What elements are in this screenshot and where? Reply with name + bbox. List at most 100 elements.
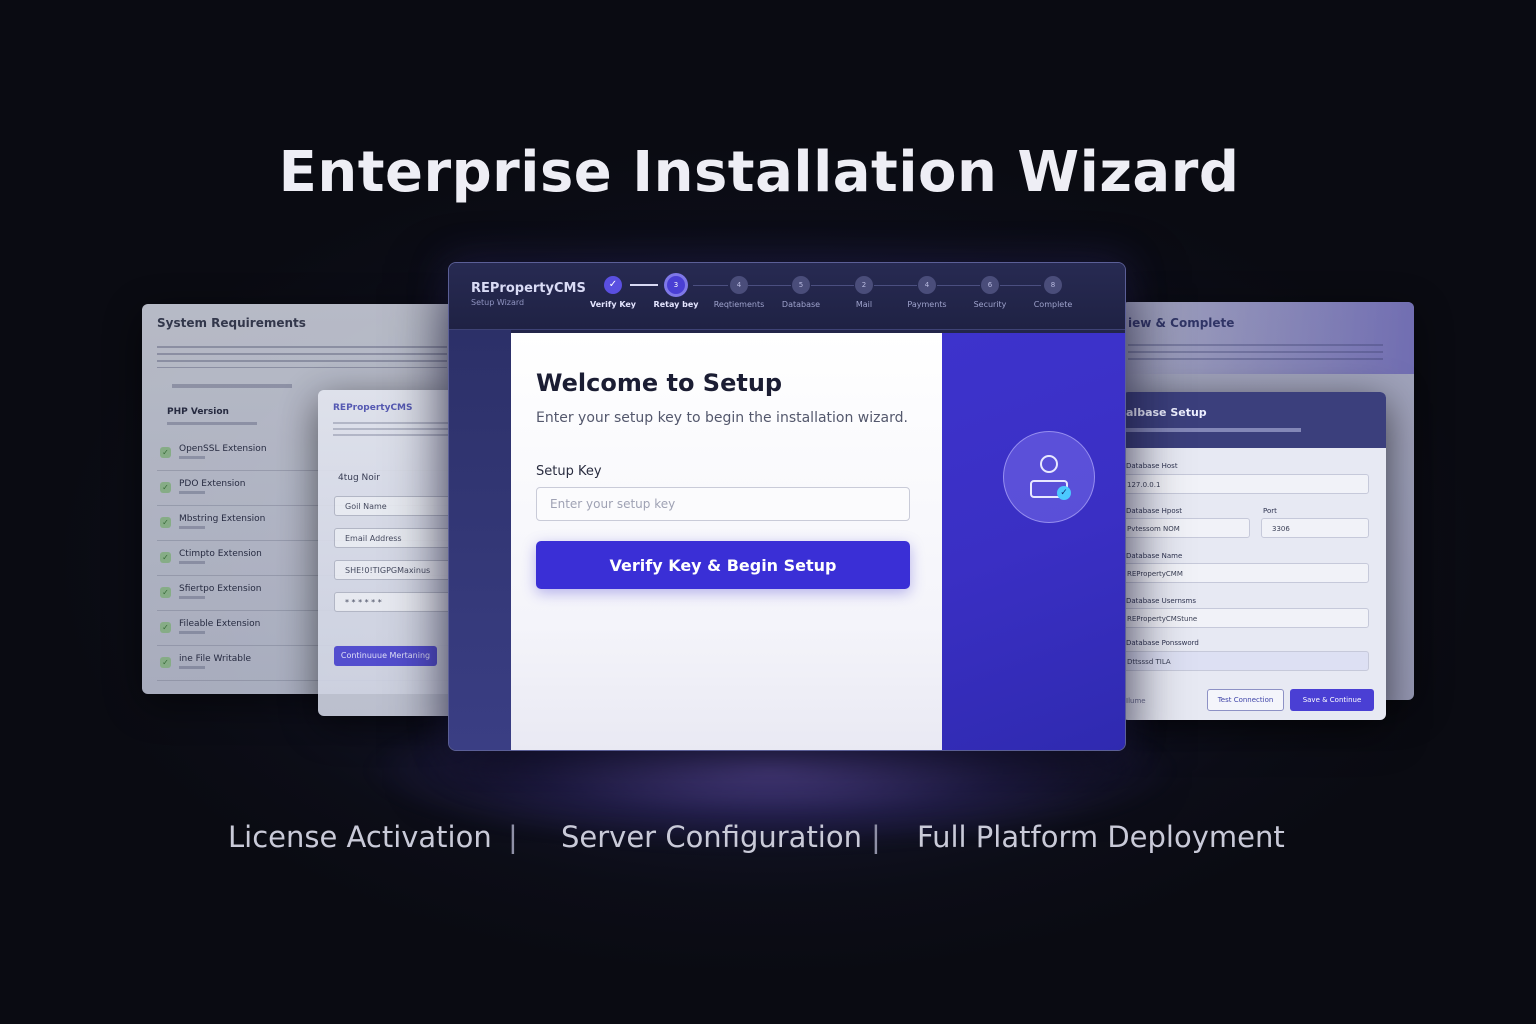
requirement-status	[179, 561, 205, 564]
step-label: Database	[781, 300, 821, 309]
requirement-name: ine File Writable	[179, 654, 252, 664]
step-database[interactable]: 5 Database	[766, 276, 836, 309]
feature-separator: |	[508, 820, 518, 854]
step-requirements[interactable]: 4 Reqtiements	[704, 276, 774, 309]
feature-separator: |	[871, 820, 881, 854]
verify-key-button[interactable]: Verify Key & Begin Setup	[536, 541, 910, 589]
requirement-name: OpenSSL Extension	[179, 444, 267, 454]
panel-brand: REPropertyCMS	[333, 403, 413, 413]
page-title: Welcome to Setup	[536, 369, 783, 397]
db-host-label: Database Host	[1126, 462, 1178, 470]
wizard-topbar: REPropertyCMS Setup Wizard ✓ Verify Key …	[449, 263, 1125, 330]
password-field[interactable]: * * * * * *	[334, 592, 458, 612]
db-host-input[interactable]: 127.0.0.1	[1122, 474, 1369, 494]
step-retay-bey[interactable]: 3 Retay bey	[641, 276, 711, 309]
step-label: Complete	[1033, 300, 1073, 309]
step-number: 2	[855, 276, 873, 294]
requirement-status	[179, 666, 205, 669]
db-password-input[interactable]: Dttsssd TILA	[1122, 651, 1369, 671]
verified-check-icon: ✓	[1057, 486, 1071, 500]
step-number: 5	[792, 276, 810, 294]
db-password-label: Database Ponssword	[1126, 639, 1199, 647]
check-icon: ✓	[160, 657, 171, 668]
setup-key-input[interactable]	[536, 487, 910, 521]
panel-title: iew & Complete	[1128, 316, 1235, 330]
db-username-label: Database Usernsms	[1126, 597, 1197, 605]
app-brand: REPropertyCMS	[471, 281, 586, 296]
db-name-label: Database Name	[1126, 552, 1183, 560]
panel-header	[1122, 302, 1414, 374]
step-mail[interactable]: 2 Mail	[829, 276, 899, 309]
check-icon: ✓	[160, 622, 171, 633]
step-number: 3	[667, 276, 685, 294]
panel-header	[1122, 392, 1386, 448]
requirement-status	[179, 491, 205, 494]
check-icon: ✓	[160, 587, 171, 598]
check-icon: ✓	[160, 447, 171, 458]
check-icon: ✓	[160, 517, 171, 528]
feature-tagline: License Activation | Server Configuratio…	[0, 815, 1536, 865]
step-number: 6	[981, 276, 999, 294]
step-complete[interactable]: 8 Complete	[1018, 276, 1088, 309]
step-number: 8	[1044, 276, 1062, 294]
requirement-name: Sfiertpo Extension	[179, 584, 262, 594]
db-username-input[interactable]: REPropertyCMStune	[1122, 608, 1369, 628]
illustration-pane: ✓	[942, 333, 1125, 750]
step-label: Mail	[855, 300, 873, 309]
admin-account-panel: REPropertyCMS 4tug Noir Goil Name Email …	[318, 390, 458, 716]
setup-wizard-window: REPropertyCMS Setup Wizard ✓ Verify Key …	[448, 262, 1126, 751]
step-number: 4	[918, 276, 936, 294]
db-host2-label: Database Hpost	[1126, 507, 1183, 515]
feature-server-configuration: Server Configuration	[561, 820, 862, 854]
requirement-status	[179, 596, 205, 599]
requirement-name: Mbstring Extension	[179, 514, 266, 524]
panel-title: System Requirements	[157, 316, 306, 330]
step-label: Verify Key	[589, 300, 637, 309]
requirement-name: Ctimpto Extension	[179, 549, 262, 559]
page-subtitle: Enter your setup key to begin the instal…	[536, 410, 908, 426]
feature-platform-deployment: Full Platform Deployment	[917, 820, 1285, 854]
step-label: Retay bey	[653, 300, 699, 309]
panel-description	[1128, 344, 1383, 360]
requirement-status	[179, 456, 205, 459]
panel-label: 4tug Noir	[338, 473, 380, 483]
username-field[interactable]: SHE!0!TIGPGMaxinus	[334, 560, 458, 580]
db-host2-input[interactable]: Pvtessom NOM	[1122, 518, 1250, 538]
requirement-status	[167, 422, 257, 425]
requirement-name: PHP Version	[167, 407, 229, 417]
step-label: Payments	[907, 300, 947, 309]
user-head-icon	[1040, 455, 1058, 473]
user-key-illustration: ✓	[1003, 431, 1095, 523]
check-icon: ✓	[160, 482, 171, 493]
panel-description	[333, 422, 448, 440]
feature-license-activation: License Activation	[228, 820, 492, 854]
panel-description	[157, 346, 447, 368]
step-label: Reqtiements	[713, 300, 765, 309]
app-subtitle: Setup Wizard	[471, 298, 525, 307]
step-label: Security	[973, 300, 1007, 309]
requirement-name: PDO Extension	[179, 479, 246, 489]
panel-subheading	[172, 384, 292, 388]
full-name-field[interactable]: Goil Name	[334, 496, 458, 516]
test-connection-button[interactable]: Test Connection	[1207, 689, 1284, 711]
requirement-status	[179, 526, 205, 529]
step-verify-key[interactable]: ✓ Verify Key	[578, 276, 648, 309]
email-field[interactable]: Email Address	[334, 528, 458, 548]
step-number: 4	[730, 276, 748, 294]
welcome-card: Welcome to Setup Enter your setup key to…	[511, 333, 942, 750]
requirement-status	[179, 631, 205, 634]
panel-title: albase Setup	[1126, 406, 1207, 419]
check-icon: ✓	[604, 276, 622, 294]
footer-text: Ilume	[1126, 697, 1146, 705]
db-port-label: Port	[1263, 507, 1277, 515]
check-icon: ✓	[160, 552, 171, 563]
panel-description	[1126, 428, 1301, 432]
save-continue-button[interactable]: Save & Continue	[1290, 689, 1374, 711]
db-port-input[interactable]: 3306	[1261, 518, 1369, 538]
continue-button[interactable]: Continuuue Mertaning	[334, 646, 437, 666]
setup-key-label: Setup Key	[536, 464, 602, 479]
step-security[interactable]: 6 Security	[955, 276, 1025, 309]
window-left-strip	[449, 330, 511, 750]
db-name-input[interactable]: REPropertyCMM	[1122, 563, 1369, 583]
step-payments[interactable]: 4 Payments	[892, 276, 962, 309]
